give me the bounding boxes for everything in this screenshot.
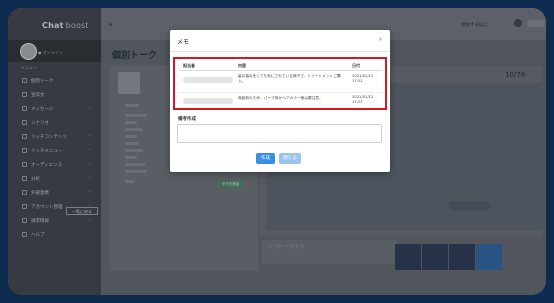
note-label: 備考作成 bbox=[178, 117, 196, 122]
header-divider bbox=[179, 70, 383, 71]
memo-content: 髪の傷みをとても気にされている様子で、トリートメントご購入。 bbox=[238, 74, 341, 83]
column-header-author: 担当者 bbox=[183, 63, 195, 68]
row-divider bbox=[179, 92, 383, 93]
column-header-date: 日付 bbox=[352, 63, 360, 68]
author-name-redacted bbox=[183, 98, 233, 104]
dialog-title: メモ bbox=[177, 39, 190, 46]
memo-table: 担当者 内容 日付 髪の傷みをとても気にされている様子で、トリートメントご購入。… bbox=[173, 57, 387, 110]
column-header-content: 内容 bbox=[238, 63, 246, 68]
author-name-redacted bbox=[183, 77, 233, 83]
close-button[interactable]: 閉じる bbox=[279, 153, 301, 164]
dialog-divider bbox=[170, 51, 390, 52]
close-icon[interactable]: × bbox=[378, 36, 383, 43]
note-textarea[interactable] bbox=[177, 124, 382, 143]
memo-date: 2021/02/12 17:32 bbox=[352, 74, 374, 83]
memo-content: 商談前のため、パーマ後かヘアカラー無は要注意。 bbox=[238, 96, 323, 100]
memo-date: 2021/02/12 17:23 bbox=[352, 95, 374, 104]
create-button[interactable]: 作成 bbox=[256, 153, 275, 164]
memo-dialog: メモ × 担当者 内容 日付 髪の傷みをとても気にされている様子で、トリートメン… bbox=[170, 30, 390, 172]
